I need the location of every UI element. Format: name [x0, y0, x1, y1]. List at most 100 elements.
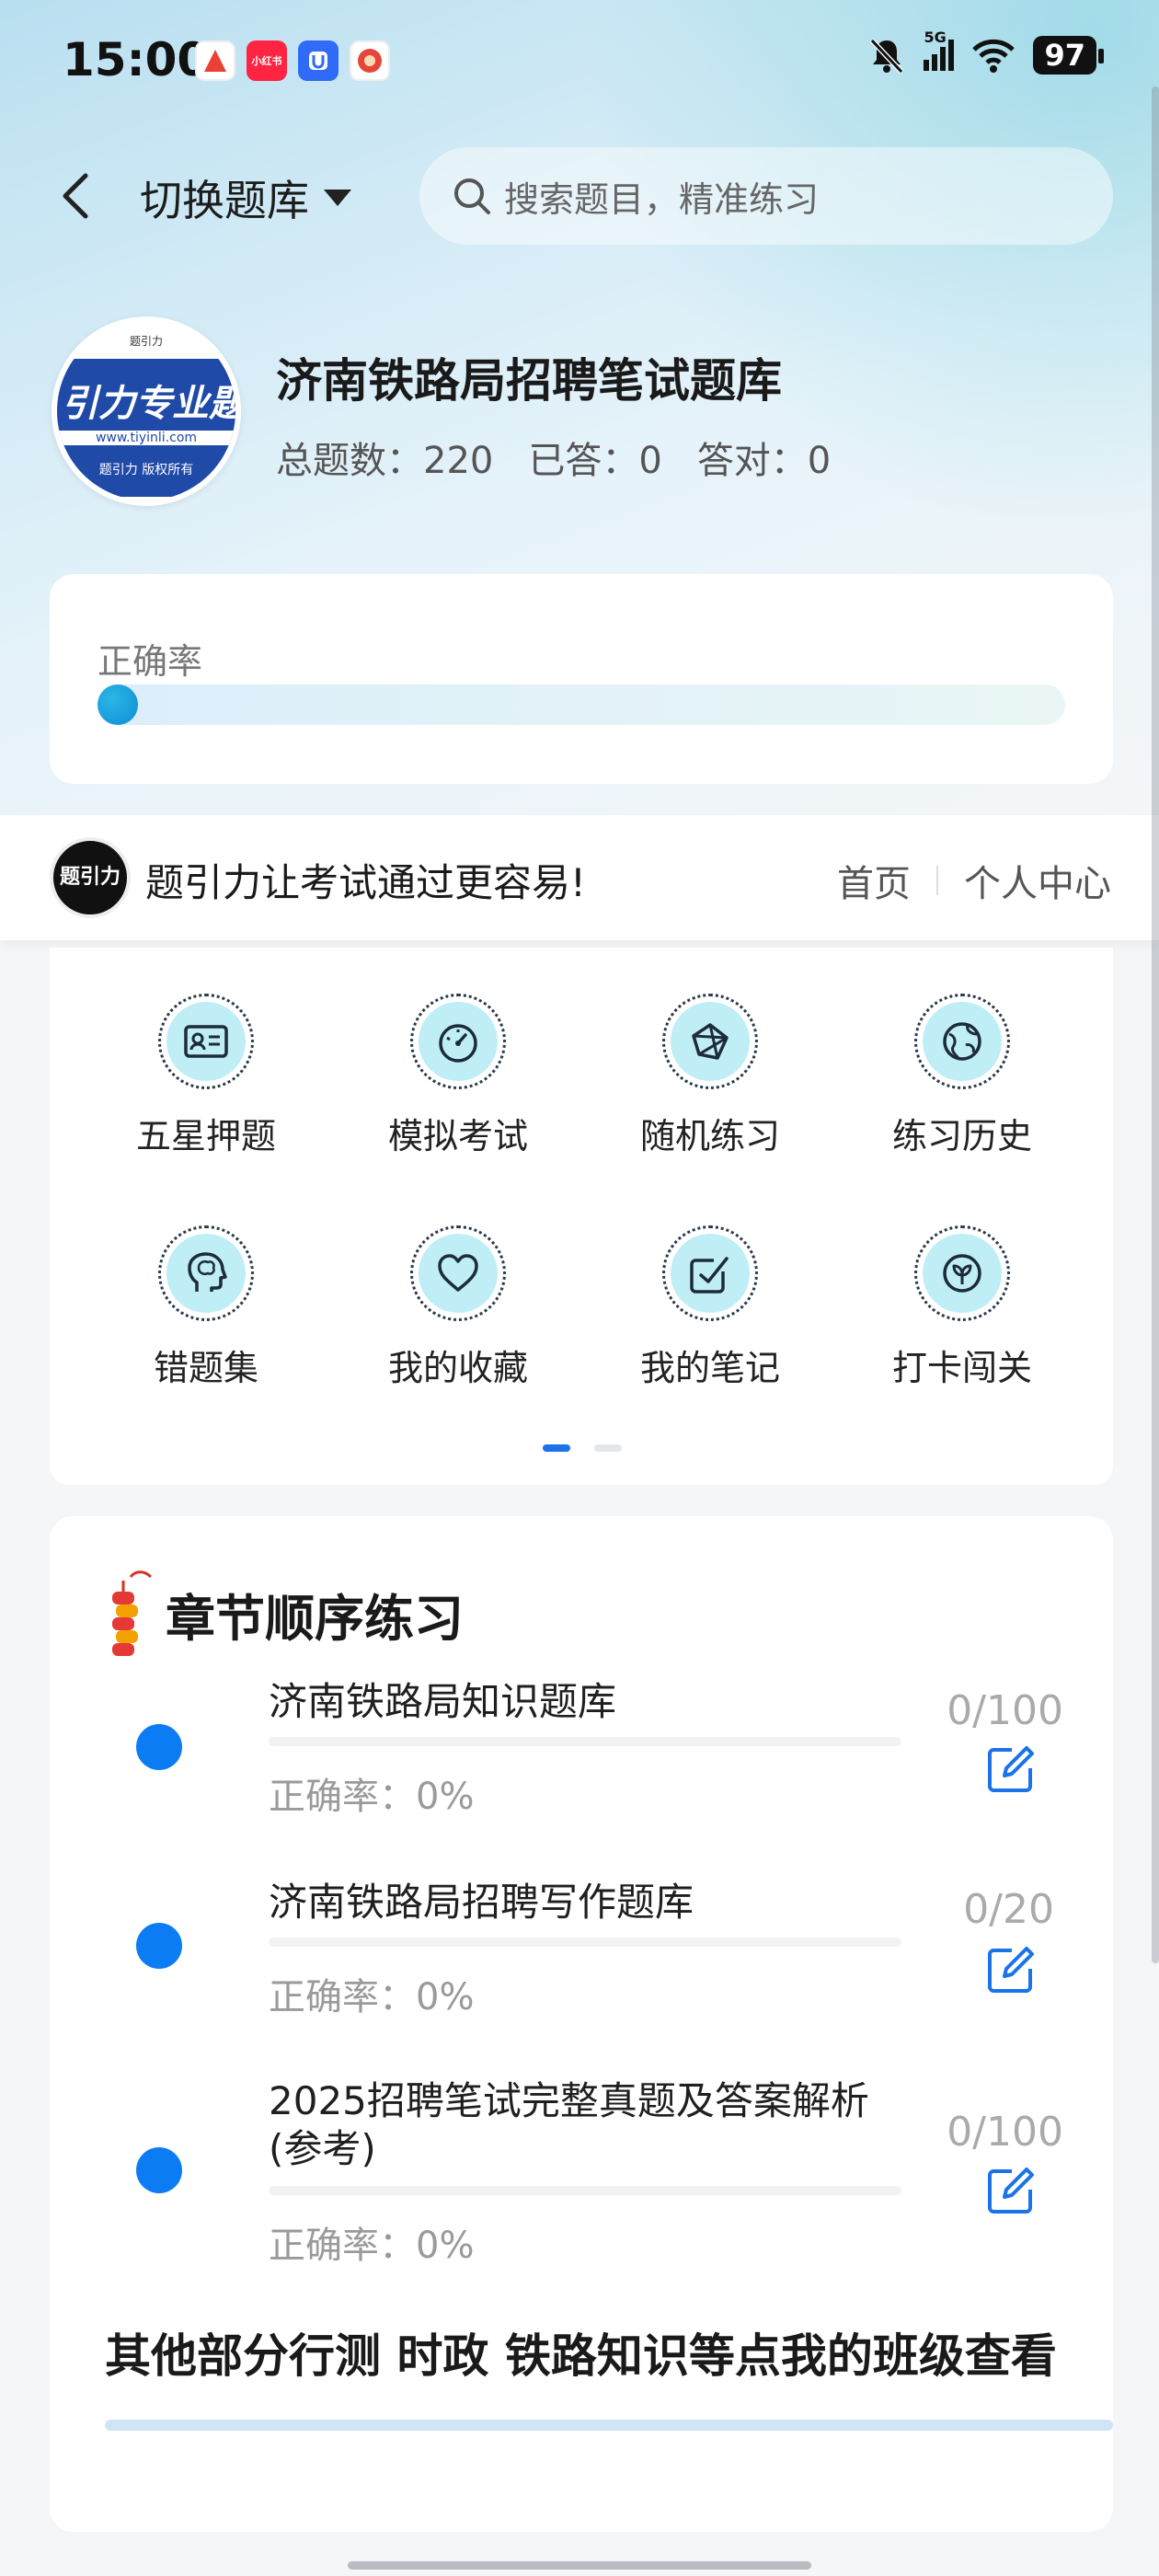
cellular-5g-icon: 5G — [924, 29, 955, 71]
network-label: 5G — [924, 29, 947, 46]
chapter-accuracy: 正确率：0% — [269, 1976, 475, 2018]
func-wrong-questions[interactable]: 错题集 — [105, 1225, 307, 1390]
switch-bank-label: 切换题库 — [140, 176, 309, 225]
checkbox-icon — [690, 1257, 729, 1294]
answered-count: 已答：0 — [528, 440, 662, 482]
chapter-title: 2025招聘笔试完整真题及答案解析(参考) — [269, 2078, 869, 2171]
chapter-status-dot — [136, 2147, 182, 2193]
edit-icon[interactable] — [984, 1742, 1038, 1796]
chapter-status-dot — [136, 1923, 182, 1969]
chapter-count: 0/100 — [947, 2109, 1063, 2156]
system-icons: 5G 97 — [866, 29, 1104, 75]
bank-logo-top: 题引力 — [129, 335, 163, 348]
brain-head-icon — [188, 1252, 227, 1292]
total-count: 总题数：220 — [276, 440, 494, 482]
func-random-practice[interactable]: 随机练习 — [609, 994, 811, 1158]
home-indicator[interactable] — [348, 2561, 811, 2570]
bank-logo-copyright: 题引力 版权所有 — [98, 463, 194, 477]
function-grid: 五星押题 模拟考试 随机练习 练习历史 错题集 我的收藏 我的笔记 打卡闯关 — [50, 948, 1113, 1485]
func-label: 错题集 — [153, 1348, 258, 1388]
gauge-icon — [439, 1024, 477, 1063]
leaf-badge-icon — [943, 1254, 981, 1293]
footer-link-underline — [105, 2420, 1113, 2431]
heart-icon — [438, 1254, 478, 1292]
func-label: 我的收藏 — [387, 1348, 528, 1388]
network-icon — [692, 1023, 729, 1060]
func-label: 练习历史 — [891, 1116, 1032, 1156]
bank-logo-text: 引力专业题 — [62, 383, 241, 425]
func-checkin[interactable]: 打卡闯关 — [861, 1225, 1063, 1390]
page-indicator — [543, 1444, 622, 1452]
accuracy-card: 正确率 — [50, 574, 1113, 784]
chapter-progress-track — [269, 1938, 901, 1947]
bank-stats: 总题数：220 已答：0 答对：0 — [276, 431, 831, 484]
func-label: 模拟考试 — [387, 1116, 528, 1156]
correct-count: 答对：0 — [696, 440, 832, 482]
chapter-row[interactable]: 济南铁路局知识题库 正确率：0% 0/100 — [50, 1678, 1113, 1871]
chapter-accuracy: 正确率：0% — [269, 2225, 475, 2267]
chapter-accuracy: 正确率：0% — [269, 1776, 475, 1818]
class-link[interactable]: 其他部分行测 时政 铁路知识等点我的班级查看 — [105, 2328, 1080, 2385]
brand-slogan: 题引力让考试通过更容易! — [145, 860, 586, 905]
chapter-count: 0/100 — [947, 1687, 1063, 1734]
func-favorites[interactable]: 我的收藏 — [357, 1225, 559, 1390]
status-bar: 15:00 小红书 5G 97 — [0, 0, 1159, 129]
chapter-status-dot — [136, 1724, 182, 1770]
xiaohongshu-notification-icon: 小红书 — [247, 40, 287, 81]
mute-bell-icon — [870, 38, 904, 75]
wifi-icon — [972, 39, 1016, 73]
caret-down-icon — [324, 190, 351, 206]
nav-home-link[interactable]: 首页 — [837, 854, 911, 907]
func-label: 我的笔记 — [639, 1348, 780, 1388]
brand-logo: 题引力 — [50, 837, 131, 918]
nav-divider — [936, 866, 938, 895]
search-icon — [454, 178, 490, 214]
chapter-title: 济南铁路局知识题库 — [269, 1679, 617, 1724]
func-notes[interactable]: 我的笔记 — [609, 1225, 811, 1390]
bank-logo: 题引力 引力专业题 www.tiyinli.com 题引力 版权所有 — [52, 316, 241, 506]
chapter-row[interactable]: 2025招聘笔试完整真题及答案解析(参考) 正确率：0% 0/100 — [50, 2077, 1113, 2317]
func-practice-history[interactable]: 练习历史 — [861, 994, 1063, 1158]
edit-icon[interactable] — [984, 2164, 1038, 2217]
page-dot-active[interactable] — [543, 1444, 570, 1452]
func-five-star[interactable]: 五星押题 — [105, 994, 307, 1158]
chapter-heading: 章节顺序练习 — [105, 1568, 464, 1660]
brand-logo-text: 题引力 — [59, 866, 120, 889]
app-u-notification-icon — [298, 40, 339, 81]
globe-icon — [943, 1022, 981, 1061]
func-label: 随机练习 — [639, 1116, 780, 1156]
accuracy-progress-indicator — [98, 684, 138, 725]
chapter-title: 济南铁路局招聘写作题库 — [269, 1880, 694, 1925]
notification-icons: 小红书 — [195, 40, 390, 81]
scrollbar[interactable] — [1152, 86, 1159, 1963]
firecracker-icon — [112, 1570, 153, 1656]
chapter-practice-card: 章节顺序练习 济南铁路局知识题库 正确率：0% 0/100 济南铁路局招聘写作题… — [50, 1516, 1113, 2532]
accuracy-progress-track — [98, 684, 1065, 725]
battery-indicator: 97 — [1033, 36, 1104, 75]
switch-bank-dropdown[interactable]: 切换题库 — [140, 167, 353, 228]
chapter-progress-track — [269, 1737, 901, 1746]
brand-bar: 题引力 题引力让考试通过更容易! 首页 个人中心 — [0, 815, 1159, 940]
status-time: 15:00 — [63, 33, 210, 86]
func-label: 打卡闯关 — [891, 1348, 1032, 1388]
bank-logo-url: www.tiyinli.com — [57, 431, 235, 445]
page-dot[interactable] — [594, 1444, 622, 1452]
search-placeholder: 搜索题目，精准练习 — [504, 178, 820, 220]
func-mock-exam[interactable]: 模拟考试 — [357, 994, 559, 1158]
edit-icon[interactable] — [984, 1943, 1038, 1996]
id-card-icon — [184, 1025, 228, 1058]
nav-profile-link[interactable]: 个人中心 — [964, 854, 1111, 907]
app-red-notification-icon — [350, 40, 390, 81]
app-a-notification-icon — [195, 40, 235, 81]
back-button[interactable] — [48, 164, 103, 228]
brand-nav: 首页 个人中心 — [837, 854, 1111, 907]
accuracy-label: 正确率 — [98, 641, 203, 682]
chapter-heading-text: 章节顺序练习 — [166, 1589, 464, 1648]
chevron-left-icon — [63, 173, 88, 219]
chapter-count: 0/20 — [963, 1886, 1054, 1933]
bank-title: 济南铁路局招聘笔试题库 — [276, 354, 782, 408]
chapter-progress-track — [269, 2186, 901, 2195]
search-input[interactable]: 搜索题目，精准练习 — [419, 147, 1113, 245]
chapter-row[interactable]: 济南铁路局招聘写作题库 正确率：0% 0/20 — [50, 1879, 1113, 2072]
func-label: 五星押题 — [135, 1116, 276, 1156]
